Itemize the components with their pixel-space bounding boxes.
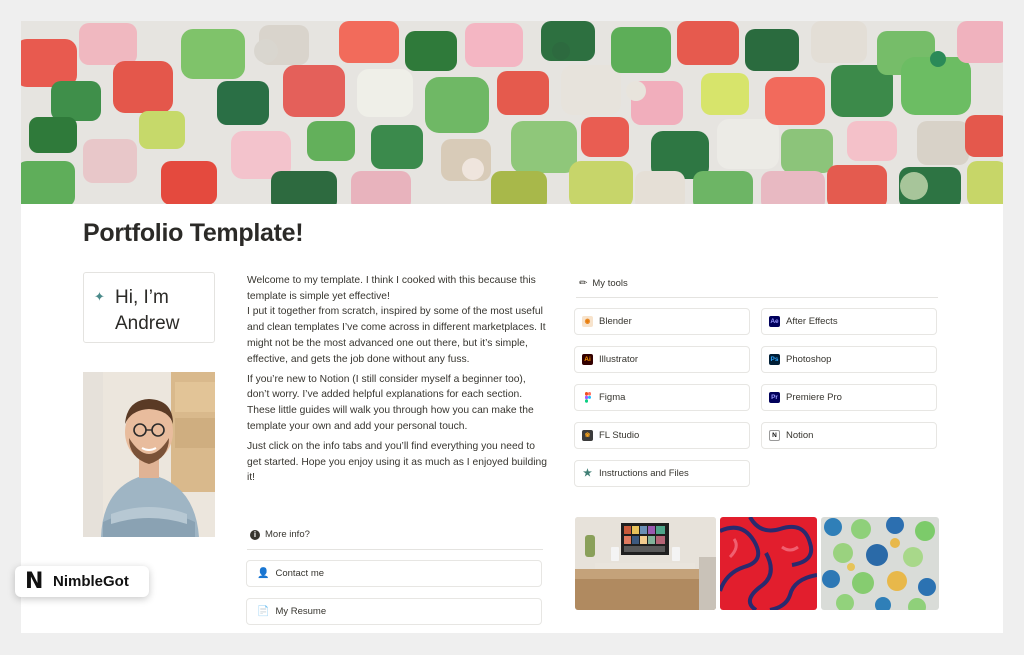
tool-instructions-and-files[interactable]: ★ Instructions and Files [574, 460, 750, 487]
contact-icon: 👤 [257, 568, 270, 579]
profile-photo[interactable] [83, 372, 215, 537]
tool-label: After Effects [786, 316, 838, 327]
tool-fl-studio[interactable]: ❀ FL Studio [574, 422, 750, 449]
pencil-icon: ✏ [579, 278, 588, 289]
intro-text: Welcome to my template. I think I cooked… [247, 273, 549, 491]
greeting-callout: ✦ Hi, I’m Andrew [83, 272, 215, 343]
my-resume-button[interactable]: 📄 My Resume [246, 598, 542, 625]
portrait-illustration [83, 372, 215, 537]
tool-notion[interactable]: N Notion [761, 422, 937, 449]
figma-mark [585, 392, 591, 403]
tool-label: Figma [599, 392, 626, 403]
contact-label: Contact me [275, 568, 325, 579]
star-icon: ★ [583, 468, 592, 479]
nimblegot-badge[interactable]: N NimbleGot [15, 566, 149, 597]
gallery-thumb-desk[interactable] [575, 517, 716, 610]
tool-illustrator[interactable]: Ai Illustrator [574, 346, 750, 373]
desk-setup-image [575, 517, 716, 610]
intro-paragraph: I put it together from scratch, inspired… [247, 306, 546, 365]
tool-photoshop[interactable]: Ps Photoshop [761, 346, 937, 373]
fl-studio-icon: ❀ [582, 430, 593, 441]
after-effects-icon: Ae [769, 316, 780, 327]
intro-paragraph: Welcome to my template. I think I cooked… [247, 275, 536, 302]
resume-icon: 📄 [257, 606, 270, 617]
tool-label: Photoshop [786, 354, 832, 365]
crystals-image [821, 517, 939, 610]
intro-paragraph: If you’re new to Notion (I still conside… [247, 373, 534, 432]
red-abstract-image [720, 517, 817, 610]
tool-premiere-pro[interactable]: Pr Premiere Pro [761, 384, 937, 411]
nimblegot-logo-icon: N [25, 568, 44, 594]
tool-label: FL Studio [599, 430, 640, 441]
tool-label: Blender [599, 316, 632, 327]
tool-blender[interactable]: ◉ Blender [574, 308, 750, 335]
tool-label: Illustrator [599, 354, 639, 365]
notion-icon: N [769, 430, 780, 441]
illustrator-icon: Ai [582, 354, 593, 365]
figma-icon [582, 392, 593, 403]
tool-after-effects[interactable]: Ae After Effects [761, 308, 937, 335]
premiere-pro-icon: Pr [769, 392, 780, 403]
info-icon: i [250, 529, 260, 540]
cover-abstract-blocks [21, 21, 1003, 204]
page-title: Portfolio Template! [83, 219, 304, 247]
gallery-thumb-red-abstract[interactable] [720, 517, 817, 610]
intro-paragraph: Just click on the info tabs and you’ll f… [247, 441, 547, 484]
divider [247, 549, 543, 550]
tool-label: Notion [786, 430, 814, 441]
tools-heading-label: My tools [592, 278, 628, 289]
tool-label: Instructions and Files [599, 468, 689, 479]
tool-label: Premiere Pro [786, 392, 842, 403]
photoshop-icon: Ps [769, 354, 780, 365]
more-info-toggle[interactable]: i More info? [250, 529, 310, 540]
tool-figma[interactable]: Figma [574, 384, 750, 411]
cover-image[interactable] [21, 21, 1003, 204]
greeting-text: Hi, I’m Andrew [115, 287, 180, 334]
divider [576, 297, 938, 298]
sparkle-icon: ✦ [94, 289, 105, 304]
resume-label: My Resume [275, 606, 327, 617]
tools-heading: ✏ My tools [579, 278, 628, 289]
contact-me-button[interactable]: 👤 Contact me [246, 560, 542, 587]
more-info-label: More info? [265, 529, 310, 540]
notion-page: Portfolio Template! ✦ Hi, I’m Andrew Wel… [21, 21, 1003, 633]
blender-icon: ◉ [582, 316, 593, 327]
gallery-thumb-crystals[interactable] [821, 517, 939, 610]
brand-name: NimbleGot [53, 573, 129, 590]
